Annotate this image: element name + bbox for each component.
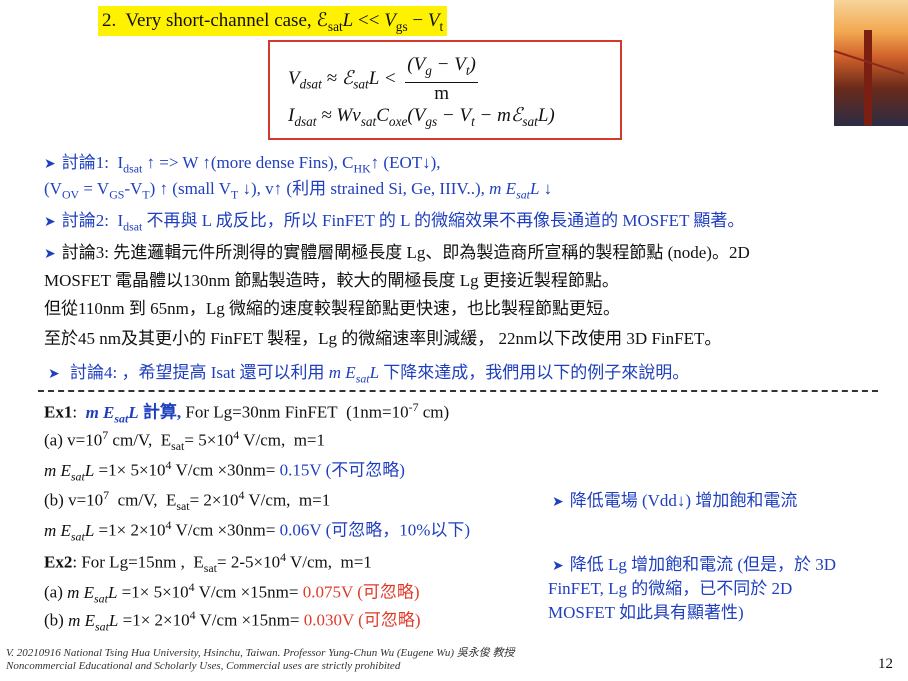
discussion-3-line2: MOSFET 電晶體以130nm 節點製造時，較大的閘極長度 Lg 更接近製程節… [44, 271, 619, 290]
ex2-heading: Ex2: For Lg=15nm , Esat= 2-5×104 V/cm, m… [44, 550, 372, 576]
bullet-arrow-icon: ➤ [44, 157, 56, 172]
ex1-b-params: (b) v=107 cm/V, Esat= 2×104 V/cm, m=1 [44, 488, 331, 514]
discussion-1: ➤ 討論1: Idsat ↑ => W ↑(more dense Fins), C… [44, 153, 441, 176]
formula-vdsat: Vdsat ≈ ℰsatL < (Vg − Vt) m [288, 54, 478, 104]
footer-credit: V. 20210916 National Tsing Hua Universit… [6, 647, 515, 659]
slide-heading: 2. Very short-channel case, ℰsatL << Vgs… [98, 6, 448, 36]
note-reduce-lg: ➤ 降低 Lg 增加飽和電流 (但是，於 3D [552, 555, 837, 574]
bridge-photo [833, 0, 908, 126]
discussion-3-line4: 至於45 nm及其更小的 FinFET 製程，Lg 的微縮速率則減緩， 22nm… [44, 329, 722, 348]
note-reduce-lg-line2: FinFET, Lg 的微縮，已不同於 2D [548, 579, 793, 598]
dashed-separator [38, 390, 878, 392]
ex1-a-calc: m EsatL =1× 5×104 V/cm ×30nm= 0.15V (不可忽… [44, 458, 405, 484]
ex1-b-calc: m EsatL =1× 2×104 V/cm ×30nm= 0.06V (可忽略… [44, 518, 471, 544]
discussion-3: ➤ 討論3: 先進邏輯元件所測得的實體層閘極長度 Lg、即為製造商所宣稱的製程節點… [44, 243, 750, 262]
note-reduce-lg-line3: MOSFET 如此具有顯著性) [548, 603, 744, 622]
ex1-a-params: (a) v=107 cm/V, Esat= 5×104 V/cm, m=1 [44, 428, 326, 454]
discussion-1-cont: (VOV = VGS-VT) ↑ (small VT ↓), v↑ (利用 st… [44, 179, 553, 202]
discussion-4: ➤ 討論4: ，希望提高 Isat 還可以利用 m EsatL 下降來達成，我們… [48, 363, 690, 386]
formula-box: Vdsat ≈ ℰsatL < (Vg − Vt) m Idsat ≈ Wvsat… [268, 40, 622, 140]
note-reduce-field: ➤ 降低電場 (Vdd↓) 增加飽和電流 [552, 491, 798, 510]
discussion-2: ➤ 討論2: Idsat 不再與 L 成反比，所以 FinFET 的 L 的微縮效… [44, 211, 745, 234]
ex2-b-calc: (b) m EsatL =1× 2×104 V/cm ×15nm= 0.030V… [44, 608, 421, 634]
discussion-3-line3: 但從110nm 到 65nm，Lg 微縮的速度較製程節點更快速，也比製程節點更短… [44, 299, 620, 318]
formula-idsat: Idsat ≈ WvsatCoxe(Vgs − Vt − mℰsatL) [288, 105, 555, 129]
footer-license: Noncommercial Educational and Scholarly … [6, 660, 401, 672]
page-number: 12 [878, 656, 893, 672]
